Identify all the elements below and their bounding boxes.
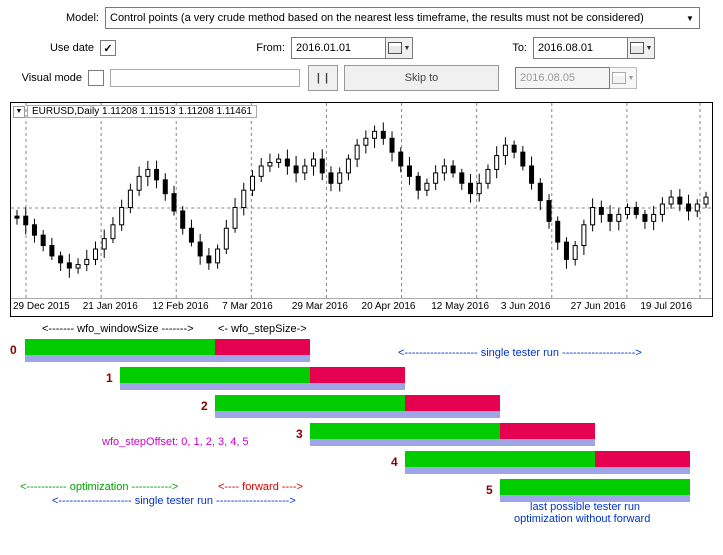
window-size-label: <------- wfo_windowSize -------> xyxy=(42,323,194,335)
chart-title: EURUSD,Daily 1.11208 1.11513 1.11208 1.1… xyxy=(27,105,257,118)
step-index-1: 1 xyxy=(106,371,113,385)
chevron-down-icon: ▼ xyxy=(646,45,653,52)
from-date-picker[interactable]: ▼ xyxy=(385,37,413,59)
calendar-icon xyxy=(630,42,644,54)
model-label: Model: xyxy=(10,12,105,24)
to-date-picker[interactable]: ▼ xyxy=(627,37,655,59)
chevron-down-icon: ▼ xyxy=(404,45,411,52)
x-tick: 20 Apr 2016 xyxy=(362,301,432,316)
last-possible-label: last possible tester run xyxy=(530,501,640,513)
use-date-label: Use date xyxy=(10,42,100,54)
x-tick: 19 Jul 2016 xyxy=(640,301,710,316)
optimization-label: <----------- optimization -----------> xyxy=(20,481,178,493)
chart-panel[interactable]: ▼ EURUSD,Daily 1.11208 1.11513 1.11208 1… xyxy=(10,102,713,317)
visual-mode-label: Visual mode xyxy=(10,72,88,84)
to-date-input[interactable]: 2016.08.01 xyxy=(533,37,628,59)
opt-without-fwd-label: optimization without forward xyxy=(514,513,650,525)
wfo-diagram: <------- wfo_windowSize -------> <- wfo_… xyxy=(10,323,713,533)
x-tick: 27 Jun 2016 xyxy=(571,301,641,316)
x-tick: 7 Mar 2016 xyxy=(222,301,292,316)
x-tick: 29 Dec 2015 xyxy=(13,301,83,316)
visual-mode-checkbox[interactable] xyxy=(88,70,104,86)
step-index-0: 0 xyxy=(10,343,17,357)
x-tick: 12 Feb 2016 xyxy=(152,301,222,316)
model-value: Control points (a very crude method base… xyxy=(110,12,685,24)
x-tick: 12 May 2016 xyxy=(431,301,501,316)
step-index-2: 2 xyxy=(201,399,208,413)
progress-bar xyxy=(110,69,300,87)
step-size-label: <- wfo_stepSize-> xyxy=(218,323,307,335)
from-label: From: xyxy=(251,42,291,54)
x-tick: 29 Mar 2016 xyxy=(292,301,362,316)
x-tick: 3 Jun 2016 xyxy=(501,301,571,316)
single-run-bottom-label: <-------------------- single tester run … xyxy=(52,495,296,507)
use-date-checkbox[interactable]: ✓ xyxy=(100,40,116,56)
step-index-5: 5 xyxy=(486,483,493,497)
from-date-input[interactable]: 2016.01.01 xyxy=(291,37,386,59)
step-index-3: 3 xyxy=(296,427,303,441)
chart-collapse-icon[interactable]: ▼ xyxy=(13,106,25,118)
x-tick: 21 Jan 2016 xyxy=(83,301,153,316)
chevron-down-icon: ▼ xyxy=(685,14,695,23)
pause-button[interactable]: | | xyxy=(308,65,338,91)
step-index-4: 4 xyxy=(391,455,398,469)
wfo-bar-0 xyxy=(25,339,705,367)
calendar-icon xyxy=(612,72,626,84)
skip-to-button[interactable]: Skip to xyxy=(344,65,499,91)
forward-label: <---- forward ----> xyxy=(218,481,303,493)
chevron-down-icon: ▼ xyxy=(628,75,635,82)
skip-date-picker: ▼ xyxy=(609,67,637,89)
skip-date-input: 2016.08.05 xyxy=(515,67,610,89)
to-label: To: xyxy=(503,42,533,54)
model-dropdown[interactable]: Control points (a very crude method base… xyxy=(105,7,700,29)
candlestick-chart xyxy=(11,103,712,298)
step-offset-label: wfo_stepOffset: 0, 1, 2, 3, 4, 5 xyxy=(102,436,249,448)
chart-x-axis: 29 Dec 201521 Jan 201612 Feb 20167 Mar 2… xyxy=(11,298,712,316)
calendar-icon xyxy=(388,42,402,54)
